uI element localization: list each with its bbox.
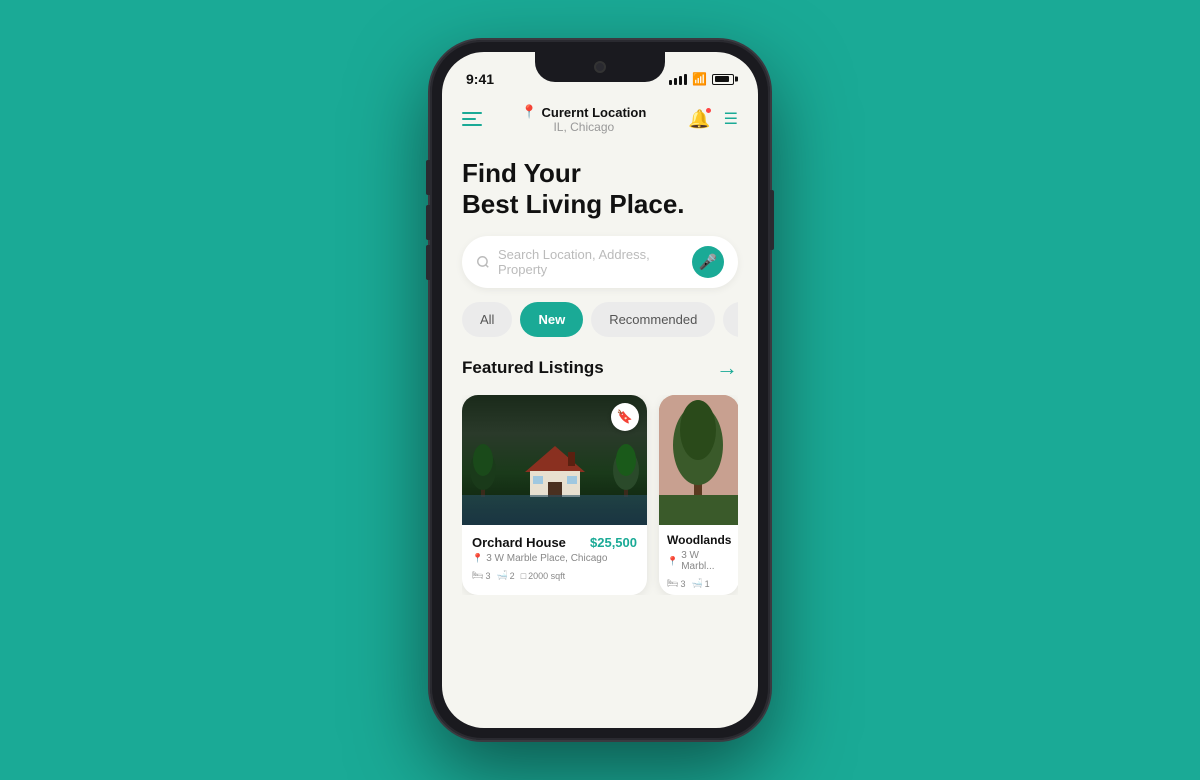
hero-title: Find Your Best Living Place. — [462, 158, 738, 220]
notch — [535, 52, 665, 82]
bookmark-icon: 🔖 — [617, 409, 633, 425]
pin-small-icon: 📍 — [472, 553, 483, 564]
house-icon — [520, 444, 590, 499]
beds-feature: 🛏 3 — [472, 570, 490, 581]
nav-actions: 🔔 ☰ — [686, 105, 738, 133]
location-display[interactable]: 📍 Curernt Location IL, Chicago — [521, 104, 646, 134]
search-icon — [476, 255, 490, 269]
notification-dot — [705, 107, 712, 114]
mic-icon: 🎤 — [699, 253, 718, 271]
card-price-1: $25,500 — [590, 535, 637, 550]
tab-all[interactable]: All — [462, 302, 512, 337]
tab-recommended[interactable]: Recommended — [591, 302, 715, 337]
card-name-1: Orchard House — [472, 535, 566, 550]
card-address-1: 📍 3 W Marble Place, Chicago — [472, 553, 637, 564]
wifi-icon: 📶 — [692, 72, 707, 86]
card-address-2: 📍 3 W Marbl... — [667, 550, 731, 572]
card-image-1: 🔖 — [462, 395, 647, 525]
filter-icon[interactable]: ☰ — [724, 109, 738, 129]
listing-card-2[interactable]: Woodlands 📍 3 W Marbl... 🛏 3 🛁 — [659, 395, 738, 595]
search-bar[interactable]: Search Location, Address, Property 🎤 — [462, 236, 738, 288]
tab-most-searched[interactable]: Most Sea... — [723, 302, 738, 337]
card-features-2: 🛏 3 🛁 1 — [667, 578, 731, 589]
tree-scene-icon — [659, 395, 738, 525]
pin-icon: 📍 — [521, 104, 537, 120]
signal-icon — [669, 74, 687, 85]
beds-feature-2: 🛏 3 — [667, 578, 685, 589]
tree-left-icon — [468, 442, 498, 497]
mic-button[interactable]: 🎤 — [692, 246, 724, 278]
card-info-2: Woodlands 📍 3 W Marbl... 🛏 3 🛁 — [659, 525, 738, 595]
location-title: 📍 Curernt Location — [521, 104, 646, 120]
menu-button[interactable] — [462, 112, 482, 126]
hero-section: Find Your Best Living Place. — [462, 138, 738, 236]
water-reflection — [462, 495, 647, 525]
battery-icon — [712, 74, 734, 85]
search-placeholder: Search Location, Address, Property — [498, 247, 684, 277]
sqft-feature: □ 2000 sqft — [521, 570, 565, 581]
notch-camera — [594, 61, 606, 73]
nav-header: 📍 Curernt Location IL, Chicago 🔔 ☰ — [462, 96, 738, 138]
baths-feature-2: 🛁 1 — [691, 578, 709, 589]
tab-new[interactable]: New — [520, 302, 583, 337]
status-icons: 📶 — [669, 72, 734, 86]
phone-wrapper: 9:41 📶 — [430, 40, 770, 740]
card-name-2: Woodlands — [667, 533, 731, 547]
listing-card-1[interactable]: 🔖 Orchard House $25,500 📍 3 W Marble Pla… — [462, 395, 647, 595]
location-subtitle: IL, Chicago — [521, 120, 646, 134]
notification-button[interactable]: 🔔 — [686, 105, 714, 133]
see-all-button[interactable]: → — [716, 355, 738, 381]
baths-feature: 🛁 2 — [496, 570, 514, 581]
card-image-2 — [659, 395, 738, 525]
listings-row: 🔖 Orchard House $25,500 📍 3 W Marble Pla… — [462, 395, 738, 595]
tree-right-icon — [611, 442, 641, 497]
phone-screen: 9:41 📶 — [442, 52, 758, 728]
screen-content: 📍 Curernt Location IL, Chicago 🔔 ☰ Find — [442, 96, 758, 728]
battery-fill — [715, 76, 729, 82]
card-features-1: 🛏 3 🛁 2 □ 2000 sqft — [472, 570, 637, 581]
section-title: Featured Listings — [462, 358, 604, 378]
status-time: 9:41 — [466, 71, 494, 87]
pin-small-icon-2: 📍 — [667, 556, 678, 567]
section-header: Featured Listings → — [462, 355, 738, 381]
filter-tabs: All New Recommended Most Sea... — [462, 302, 738, 337]
card-info-1: Orchard House $25,500 📍 3 W Marble Place… — [462, 525, 647, 589]
